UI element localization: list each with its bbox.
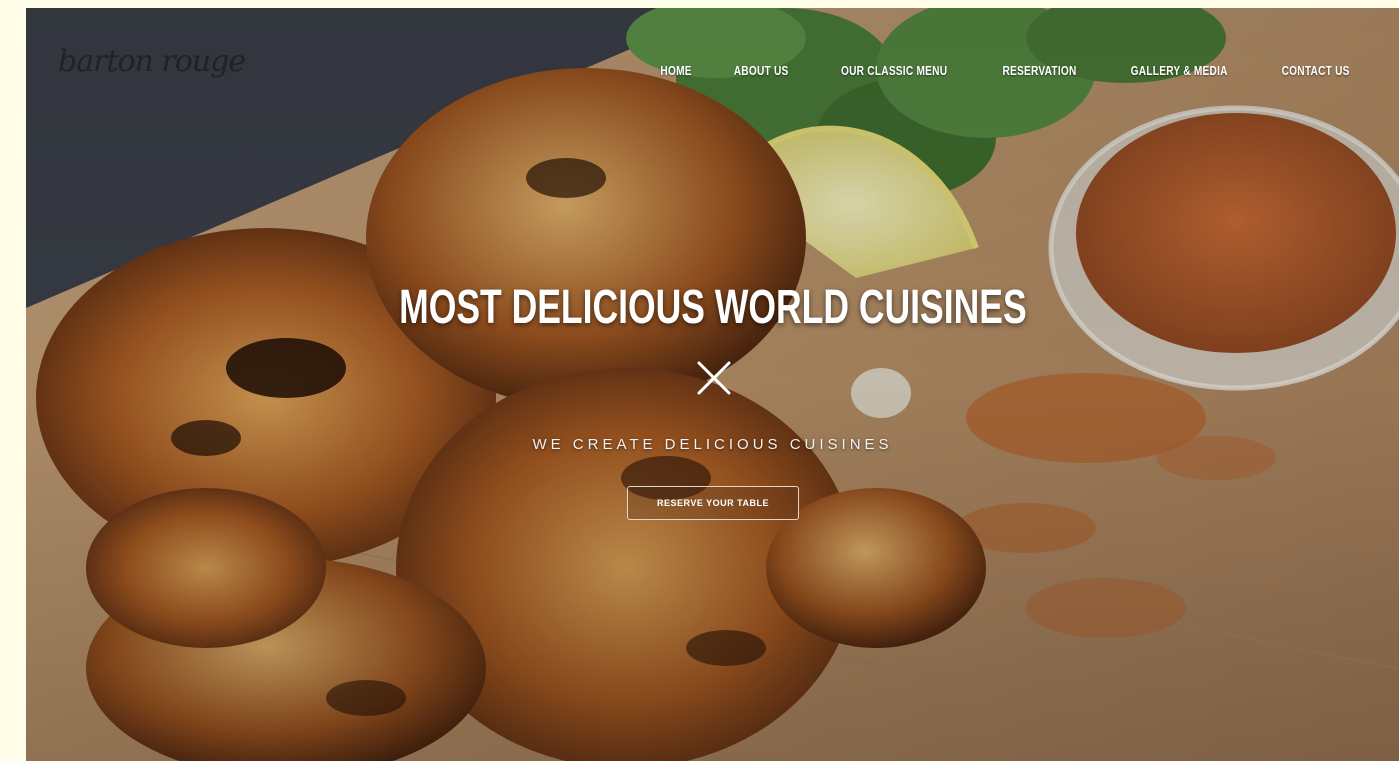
hero-section: barton rouge HOME ABOUT US OUR CLASSIC M… xyxy=(26,8,1399,761)
nav-item-reservation[interactable]: RESERVATION xyxy=(1003,63,1077,78)
hero-headline: MOST DELICIOUS WORLD CUISINES xyxy=(399,281,1027,334)
x-mark-icon xyxy=(697,361,731,395)
main-nav: HOME ABOUT US OUR CLASSIC MENU RESERVATI… xyxy=(656,63,1359,78)
hero-tagline: WE CREATE DELICIOUS CUISINES xyxy=(532,436,893,453)
nav-item-about-us[interactable]: ABOUT US xyxy=(733,63,788,78)
reserve-table-button[interactable]: RESERVE YOUR TABLE xyxy=(627,486,799,520)
brand-logo[interactable]: barton rouge xyxy=(58,44,246,79)
nav-item-home[interactable]: HOME xyxy=(660,63,691,78)
nav-item-contact-us[interactable]: CONTACT US xyxy=(1281,63,1349,78)
page-frame: barton rouge HOME ABOUT US OUR CLASSIC M… xyxy=(0,0,1399,761)
nav-item-classic-menu[interactable]: OUR CLASSIC MENU xyxy=(841,63,947,78)
nav-item-gallery-media[interactable]: GALLERY & MEDIA xyxy=(1131,63,1228,78)
